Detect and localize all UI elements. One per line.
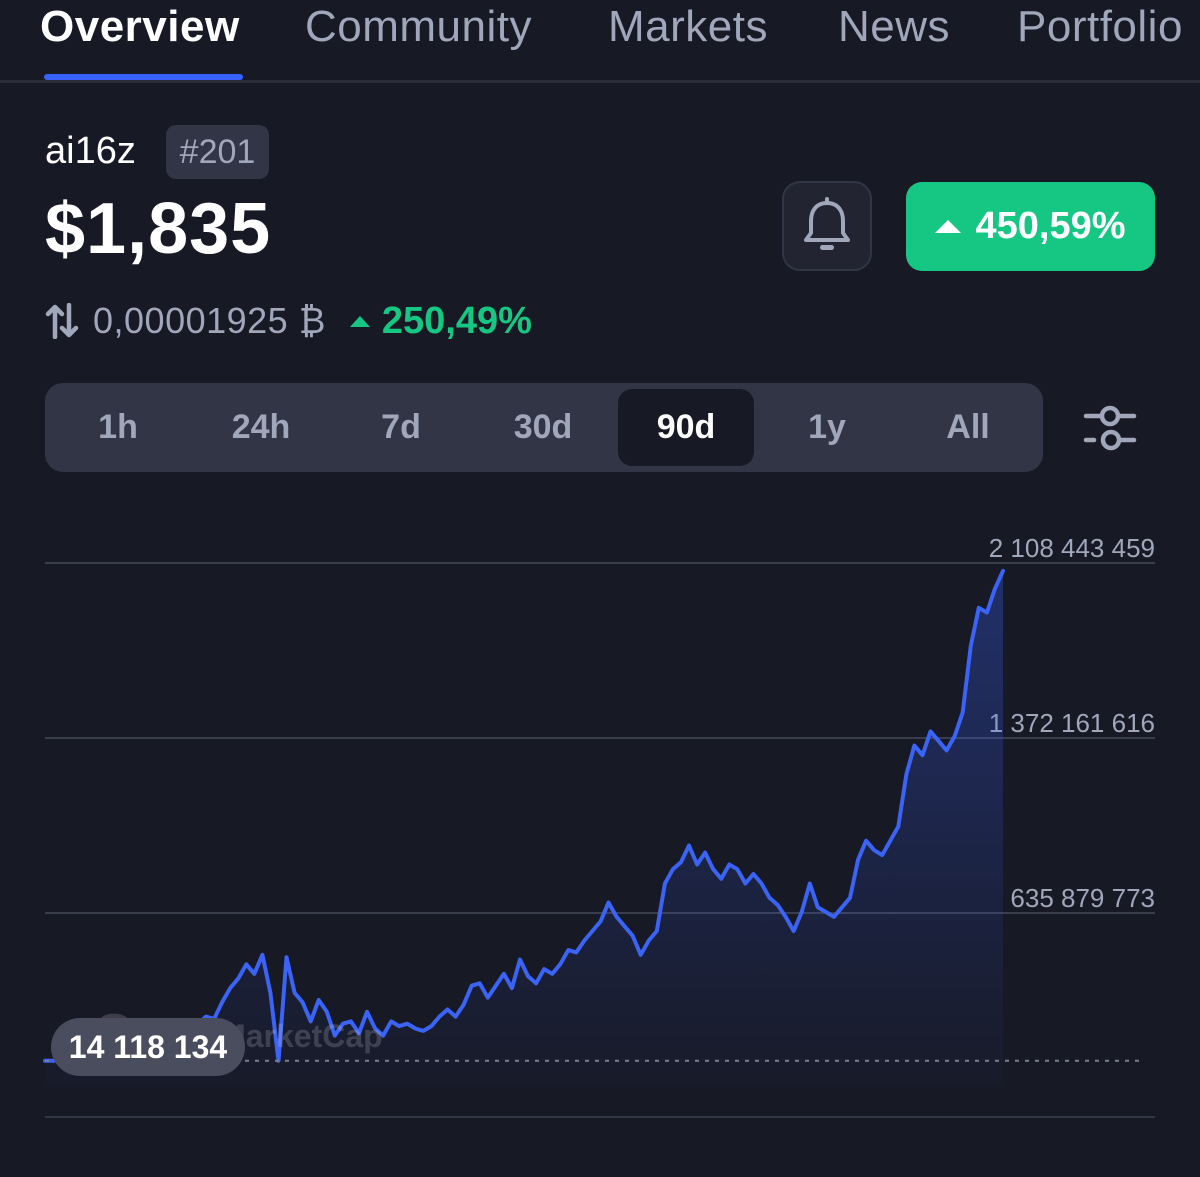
tab-markets[interactable]: Markets — [608, 2, 768, 52]
sliders-icon — [1083, 405, 1137, 451]
tab-overview[interactable]: Overview — [40, 2, 240, 52]
swap-arrows-icon[interactable] — [45, 303, 79, 339]
current-value-badge: 14 118 134 — [51, 1018, 245, 1076]
active-tab-indicator — [44, 74, 243, 80]
coin-name: ai16z — [45, 130, 136, 172]
btc-change-value: 250,49% — [381, 299, 532, 342]
price-alert-button[interactable] — [782, 181, 872, 271]
range-30d[interactable]: 30d — [475, 389, 611, 466]
rank-badge: #201 — [166, 125, 269, 179]
y-tick-label: 2 108 443 459 — [989, 533, 1155, 563]
tab-portfolio[interactable]: Portfolio — [1017, 2, 1183, 52]
range-1h[interactable]: 1h — [50, 389, 186, 466]
y-tick-label: 1 372 161 616 — [989, 708, 1155, 738]
price-change-value: 450,59% — [975, 205, 1126, 247]
btc-price-change: 250,49% — [349, 299, 532, 343]
chart-settings-button[interactable] — [1080, 400, 1140, 456]
btc-price-row: 0,00001925 ₿ 250,49% — [45, 296, 532, 346]
price-change-badge: 450,59% — [906, 182, 1155, 271]
range-1y[interactable]: 1y — [759, 389, 895, 466]
triangle-up-icon — [349, 315, 370, 327]
range-all[interactable]: All — [900, 389, 1036, 466]
bell-icon — [804, 197, 850, 250]
range-24h[interactable]: 24h — [193, 389, 329, 466]
tab-news[interactable]: News — [838, 2, 950, 52]
range-7d[interactable]: 7d — [333, 389, 469, 466]
coin-price: $1,835 — [45, 189, 272, 269]
tab-bar: Overview Community Markets News Portfoli… — [0, 0, 1200, 83]
tab-community[interactable]: Community — [305, 2, 532, 52]
time-range-selector: 1h 24h 7d 30d 90d 1y All — [45, 383, 1043, 472]
y-tick-label: 635 879 773 — [1010, 883, 1155, 913]
range-90d[interactable]: 90d — [618, 389, 754, 466]
triangle-up-icon — [935, 220, 962, 233]
btc-price-value: 0,00001925 ₿ — [93, 300, 326, 341]
